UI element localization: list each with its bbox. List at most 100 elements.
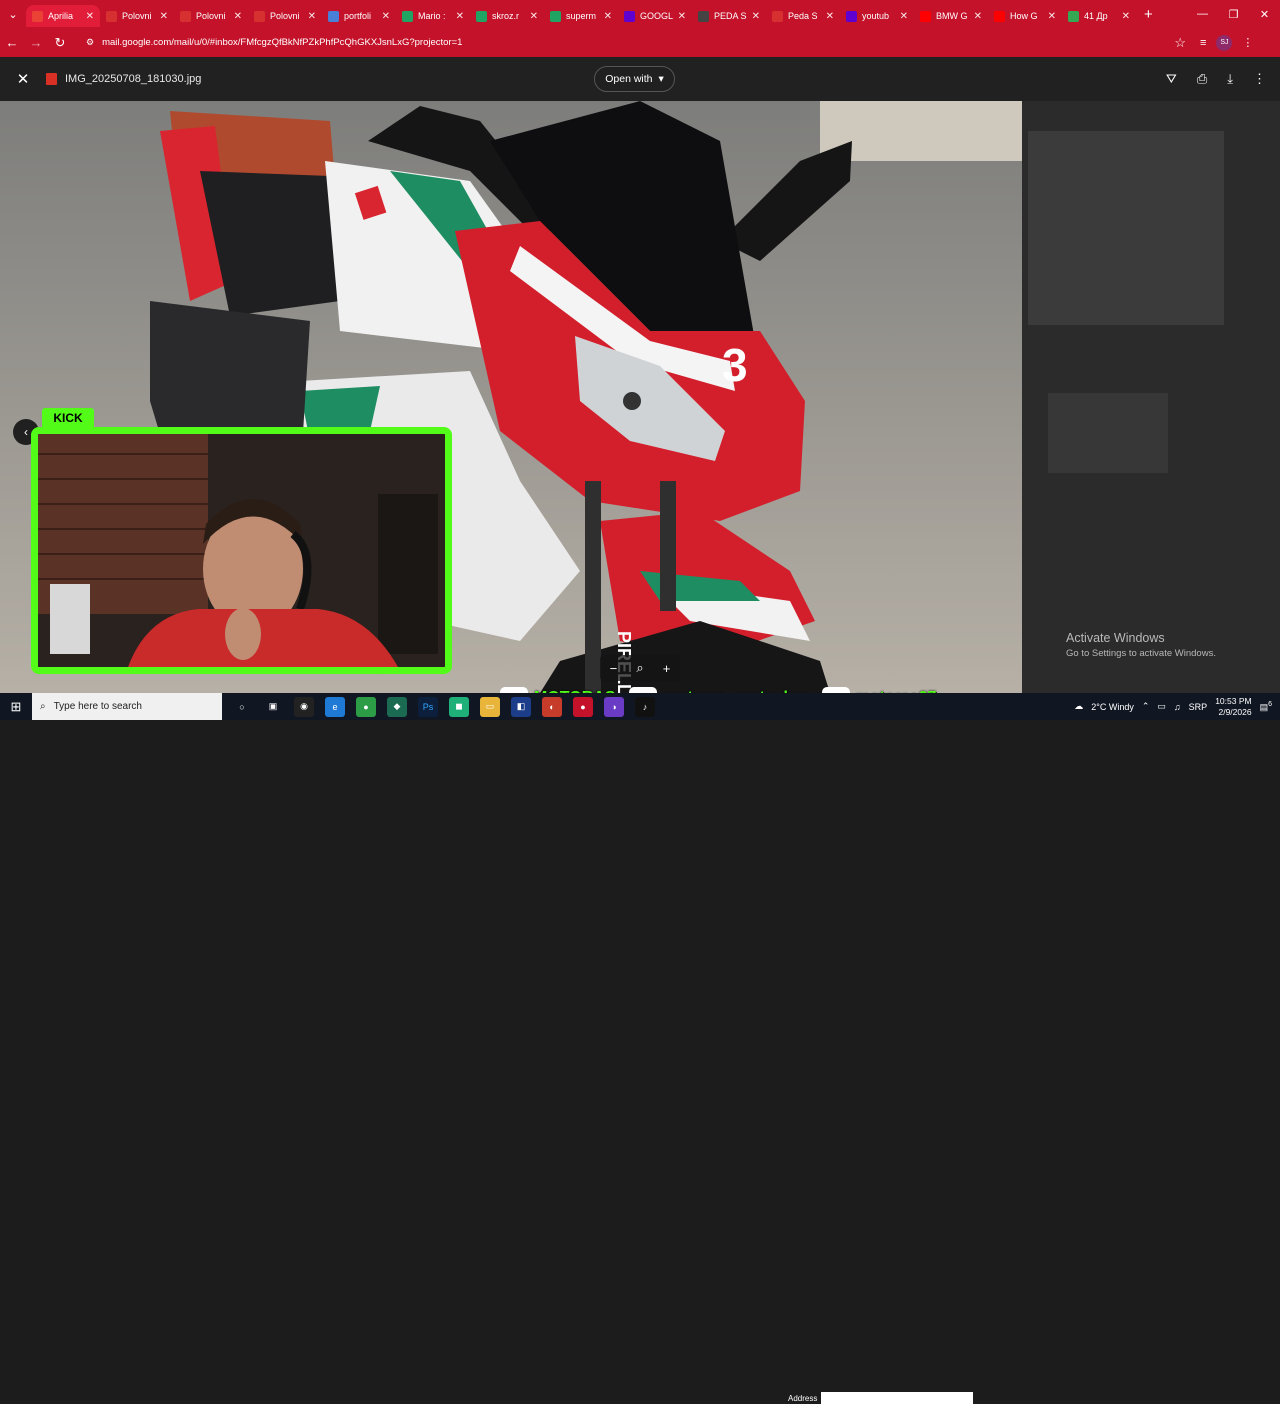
close-viewer-icon[interactable]: ✕ <box>0 70 46 88</box>
edge-icon[interactable]: e <box>325 696 345 717</box>
browser-tab[interactable]: GOOGL ✕ <box>618 5 692 27</box>
menu-kebab-icon[interactable]: ⋮ <box>1242 36 1253 49</box>
close-tab-icon[interactable]: ✕ <box>974 11 982 22</box>
address-input[interactable] <box>821 1392 974 1404</box>
close-tab-icon[interactable]: ✕ <box>86 11 94 22</box>
app-icon[interactable]: ◐ <box>542 696 562 717</box>
zoom-in-icon[interactable]: + <box>663 661 671 676</box>
browser-toolbar: ← → ↻ ⚙ mail.google.com/mail/u/0/#inbox/… <box>0 28 1280 57</box>
open-with-button[interactable]: Open with ▾ <box>594 66 675 92</box>
browser-tab[interactable]: superm ✕ <box>544 5 618 27</box>
weather-icon[interactable]: ☁ <box>1074 701 1083 712</box>
close-tab-icon[interactable]: ✕ <box>234 11 242 22</box>
close-tab-icon[interactable]: ✕ <box>826 11 834 22</box>
polovni-icon <box>106 10 117 22</box>
zoom-controls: − ⌕ + <box>600 655 680 681</box>
minimize-icon[interactable]: — <box>1187 0 1218 28</box>
app-icon[interactable]: ◑ <box>604 696 624 717</box>
browser-tab[interactable]: Aprilia ✕ <box>26 5 100 27</box>
forward-icon[interactable]: → <box>24 35 48 50</box>
browser-tab[interactable]: Mario : ✕ <box>396 5 470 27</box>
reload-icon[interactable]: ↻ <box>48 35 72 51</box>
tab-title: GOOGL <box>640 11 674 21</box>
taskbar-search[interactable]: ⌕ Type here to search <box>32 693 222 720</box>
browser-tab[interactable]: How G ✕ <box>988 5 1062 27</box>
browser-tab[interactable]: BMW G ✕ <box>914 5 988 27</box>
browser-tab[interactable]: youtub ✕ <box>840 5 914 27</box>
windows-taskbar: ⊞ ⌕ Type here to search ○ ▣ ◉ e ● ◆ Ps ◼… <box>0 693 1280 1404</box>
bookmark-star-icon[interactable]: ☆ <box>1174 35 1186 51</box>
close-tab-icon[interactable]: ✕ <box>382 11 390 22</box>
new-tab-button[interactable]: + <box>1144 6 1153 23</box>
tab-title: How G <box>1010 11 1038 21</box>
weather-text[interactable]: 2°C Windy <box>1091 702 1134 712</box>
browser-tab[interactable]: Polovni ✕ <box>174 5 248 27</box>
profile-avatar[interactable]: SJ <box>1216 34 1233 51</box>
photoshop-icon[interactable]: Ps <box>418 696 438 717</box>
close-tab-icon[interactable]: ✕ <box>678 11 686 22</box>
volume-icon[interactable]: ♫ <box>1174 702 1181 712</box>
browser-tab[interactable]: portfoli ✕ <box>322 5 396 27</box>
close-tab-icon[interactable]: ✕ <box>1122 11 1130 22</box>
app-icon[interactable]: ◼ <box>449 696 469 717</box>
browser-tab[interactable]: 41 Др ✕ <box>1062 5 1136 27</box>
open-with-label: Open with <box>605 73 653 85</box>
language-indicator[interactable]: SRP <box>1189 702 1208 712</box>
close-tab-icon[interactable]: ✕ <box>456 11 464 22</box>
pinned-apps: ○ ▣ ◉ e ● ◆ Ps ◼ ▭ ◧ ◐ ● ◑ ♪ <box>232 696 655 717</box>
blurred-content-block <box>1028 131 1224 325</box>
tab-strip: ⌄ Aprilia ✕ Polovni ✕ Polovni ✕ Polovni ✕ portfo… <box>0 0 1280 28</box>
chrome-icon[interactable]: ● <box>356 696 376 717</box>
tiktok-icon[interactable]: ♪ <box>635 696 655 717</box>
viewer-header: ✕ IMG_20250708_181030.jpg Open with ▾ ⛛ … <box>0 57 1280 101</box>
cortana-icon[interactable]: ○ <box>232 697 252 717</box>
obs-icon[interactable]: ◉ <box>294 696 314 717</box>
browser-tab[interactable]: Peda S ✕ <box>766 5 840 27</box>
close-tab-icon[interactable]: ✕ <box>530 11 538 22</box>
close-tab-icon[interactable]: ✕ <box>752 11 760 22</box>
clock[interactable]: 10:53 PM 2/9/2026 <box>1215 696 1251 718</box>
browser-tab[interactable]: Polovni ✕ <box>100 5 174 27</box>
add-to-drive-icon[interactable]: ⛛ <box>1166 71 1177 87</box>
activate-title: Activate Windows <box>1066 631 1165 645</box>
close-tab-icon[interactable]: ✕ <box>160 11 168 22</box>
close-window-icon[interactable]: ✕ <box>1249 0 1280 28</box>
close-tab-icon[interactable]: ✕ <box>900 11 908 22</box>
media-icon[interactable]: ≡ <box>1200 37 1206 49</box>
close-tab-icon[interactable]: ✕ <box>1048 11 1056 22</box>
attachment-filename: IMG_20250708_181030.jpg <box>65 73 202 85</box>
tray-chevron-icon[interactable]: ⌃ <box>1142 701 1150 712</box>
address-label: Address <box>788 1393 818 1403</box>
download-icon[interactable]: ⤓ <box>1227 71 1233 87</box>
tab-title: Aprilia <box>48 11 74 21</box>
task-view-icon[interactable]: ▣ <box>263 697 283 717</box>
back-icon[interactable]: ← <box>0 35 24 50</box>
notification-count: 6 <box>1268 700 1272 708</box>
notifications-icon[interactable]: ▤6 <box>1260 701 1272 713</box>
clock-time: 10:53 PM <box>1215 695 1252 706</box>
zoom-reset-icon[interactable]: ⌕ <box>636 660 643 676</box>
windows-start-icon[interactable]: ⊞ <box>0 699 32 715</box>
address-bar[interactable]: ⚙ mail.google.com/mail/u/0/#inbox/FMfcgz… <box>78 31 1194 54</box>
polovni-icon <box>254 10 265 22</box>
restore-icon[interactable]: ❐ <box>1218 0 1249 28</box>
tab-search-icon[interactable]: ⌄ <box>0 0 26 28</box>
close-tab-icon[interactable]: ✕ <box>604 11 612 22</box>
search-icon: ⌕ <box>40 701 46 712</box>
image-file-icon <box>46 73 57 85</box>
browser-tab[interactable]: PEDA S ✕ <box>692 5 766 27</box>
app-icon[interactable]: ◆ <box>387 696 407 717</box>
gmail-background-pane: Activate Windows Go to Settings to activ… <box>1022 101 1280 693</box>
browser-tab[interactable]: Polovni ✕ <box>248 5 322 27</box>
more-options-icon[interactable]: ⋮ <box>1253 71 1266 87</box>
file-explorer-icon[interactable]: ▭ <box>480 696 500 717</box>
zoom-out-icon[interactable]: − <box>610 661 618 676</box>
browser-tab[interactable]: skroz.r ✕ <box>470 5 544 27</box>
app-icon[interactable]: ◧ <box>511 696 531 717</box>
tab-title: skroz.r <box>492 11 519 21</box>
chrome-icon[interactable]: ● <box>573 696 593 717</box>
network-icon[interactable]: ▭ <box>1157 701 1166 712</box>
close-tab-icon[interactable]: ✕ <box>308 11 316 22</box>
print-icon[interactable]: ⎙ <box>1197 71 1207 87</box>
site-info-icon[interactable]: ⚙ <box>86 37 94 48</box>
